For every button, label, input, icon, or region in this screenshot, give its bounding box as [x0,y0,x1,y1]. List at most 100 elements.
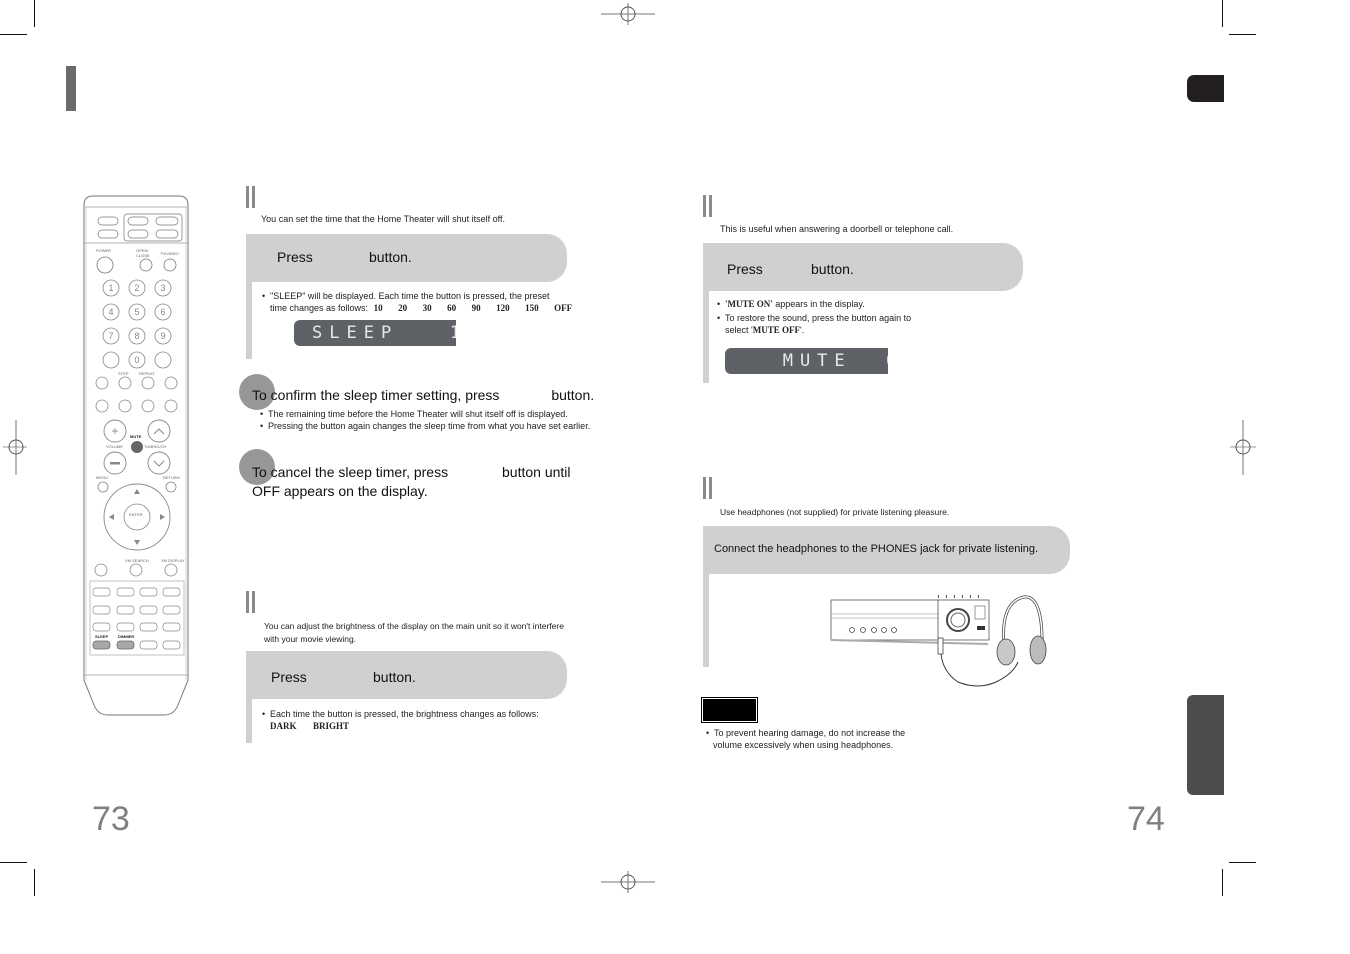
crop-mark [1222,869,1223,896]
preset-20: 20 [398,303,408,313]
mute-bullet-text: select ' [725,325,753,335]
remote-control-illustration: 1 2 3 4 5 6 7 8 9 0 + [83,195,189,716]
chapter-header-bar [66,66,76,111]
registration-mark-right [1230,420,1256,475]
svg-text:7: 7 [108,331,113,341]
mute-on-label: 'MUTE ON' [725,299,773,309]
svg-text:8: 8 [134,331,139,341]
svg-text:6: 6 [160,307,165,317]
remote-label-menu: MENU [96,475,108,480]
preset-30: 30 [422,303,432,313]
svg-text:1: 1 [108,283,113,293]
registration-mark-top [601,3,655,25]
mute-step-press: Press [727,261,763,277]
section-marker [246,591,256,613]
dimmer-bullet-text: Each time the button is pressed, the bri… [270,709,539,719]
dimmer-value-dark: DARK [270,721,297,731]
svg-text:2: 2 [134,283,139,293]
sleep-display: SLEEP 10 [294,320,456,346]
remote-label-return: RETURN [163,475,180,480]
crop-mark [1229,34,1256,35]
mute-side-rule [703,291,709,383]
note-bullet-text-2: volume excessively when using headphones… [713,740,894,750]
svg-text:3: 3 [160,283,165,293]
preset-150: 150 [525,303,539,313]
mute-bullet-text: '. [799,325,805,335]
registration-mark-bottom [601,871,655,893]
mute-bullet-2: • To restore the sound, press the button … [717,313,912,335]
sleep-bullet-text-2: time changes as follows: [270,303,369,313]
sleep-bullet-text: "SLEEP" will be displayed. Each time the… [270,291,550,301]
remote-label-tv-video: TV/VIDEO [160,251,179,256]
crop-mark [0,862,27,863]
preset-120: 120 [496,303,510,313]
crop-mark [1229,862,1256,863]
section-side-tab [1187,695,1224,795]
section-marker [703,477,713,499]
dimmer-intro-1: You can adjust the brightness of the dis… [264,621,564,631]
confirm-step-text: To confirm the sleep timer setting, pres… [252,386,594,405]
cancel-step-prefix: To cancel the sleep timer, press [252,464,449,480]
headphones-connection-illustration [830,595,1047,687]
page-number-right: 74 [1127,800,1165,838]
remote-label-dimmer: DIMMER [118,634,135,639]
remote-label-tuning: TUNING/CH [144,444,167,449]
preset-10: 10 [373,303,383,313]
note-label [701,697,758,723]
confirm-step-prefix: To confirm the sleep timer setting, pres… [252,387,500,403]
headphones-intro: Use headphones (not supplied) for privat… [720,507,950,517]
remote-label-open-close: OPEN/ CLOSE [136,248,150,258]
note-bullet-text: To prevent hearing damage, do not increa… [714,728,906,738]
remote-label-sleep: SLEEP [95,634,109,639]
dimmer-intro-2: with your movie viewing. [264,634,357,644]
preset-off: OFF [554,303,573,313]
mute-bullet-text: appears in the display. [772,299,865,309]
sleep-side-rule [246,282,252,359]
preset-60: 60 [447,303,457,313]
svg-text:4: 4 [108,307,113,317]
remote-label-xm-search: XM SEARCH [125,558,149,563]
remote-label-mute: MUTE [130,434,142,439]
preset-90: 90 [471,303,481,313]
registration-mark-left [3,420,27,475]
remote-label-repeat: REPEAT [139,371,155,376]
mute-display: MUTE ON [725,348,888,374]
crop-mark [0,34,27,35]
section-marker [703,195,713,217]
dimmer-value-bright: BRIGHT [313,721,350,731]
mute-off-label: MUTE OFF [752,325,800,335]
section-marker [246,186,256,208]
remote-label-volume: VOLUME [106,444,123,449]
cancel-step-line2: OFF appears on the display. [252,483,428,499]
headphones-step-text: Connect the headphones to the PHONES jac… [714,543,1039,555]
sleep-step-press: Press [277,249,313,265]
crop-mark [1222,0,1223,27]
headphones-side-rule [703,574,709,667]
remote-label-step: STEP [118,371,129,376]
mute-step-button: button. [811,261,854,277]
headphones-note-bullet: • To prevent hearing damage, do not incre… [706,728,906,750]
confirm-bullet-text: The remaining time before the Home Theat… [268,409,568,419]
mute-intro: This is useful when answering a doorbell… [720,224,954,234]
crop-mark [34,0,35,27]
remote-label-enter: ENTER [129,512,143,517]
sleep-bullet: • "SLEEP" will be displayed. Each time th… [262,291,573,313]
confirm-step-suffix: button. [551,387,595,403]
confirm-bullet-text: Pressing the button again changes the sl… [268,421,591,431]
mute-bullet-1: • 'MUTE ON' appears in the display. [717,299,865,309]
remote-label-power: POWER [96,248,112,253]
confirm-bullet-1: • The remaining time before the Home Thea… [260,409,568,419]
cancel-step-suffix: button until [502,464,571,480]
crop-mark [34,869,35,896]
svg-text:5: 5 [134,307,139,317]
remote-label-xm-display: XM DISPLAY [161,558,185,563]
dimmer-step-button: button. [373,669,416,685]
dimmer-step-press: Press [271,669,307,685]
mute-bullet-text: To restore the sound, press the button a… [725,313,912,323]
svg-text:+: + [111,424,118,438]
dimmer-bullet: • Each time the button is pressed, the br… [262,709,539,731]
dimmer-side-rule [246,699,252,743]
cancel-step-text: To cancel the sleep timer, press button … [252,463,571,501]
svg-text:0: 0 [134,355,139,365]
sleep-intro: You can set the time that the Home Theat… [261,214,505,224]
